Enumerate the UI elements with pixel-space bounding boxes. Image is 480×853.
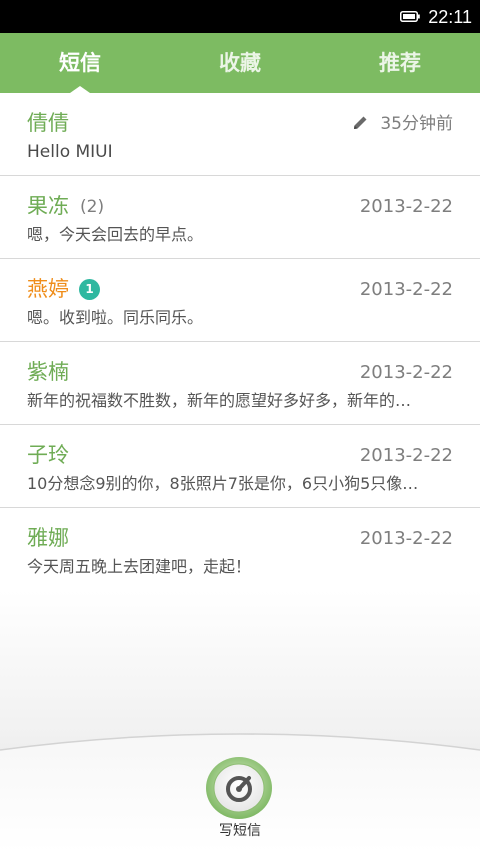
contact-name: 雅娜	[27, 526, 69, 550]
tab-favorites[interactable]: 收藏	[160, 33, 320, 93]
conversation-date: 35分钟前	[380, 114, 453, 134]
battery-full-icon	[400, 11, 420, 22]
conversation-date: 2013-2-22	[359, 279, 453, 300]
conversation-item[interactable]: 燕婷 1 2013-2-22 嗯。收到啦。同乐同乐。	[0, 259, 480, 342]
conversation-item[interactable]: 倩倩 35分钟前 Hello MIUI	[0, 93, 480, 176]
contact-name: 燕婷	[27, 277, 69, 301]
contact-name: 子玲	[27, 443, 69, 467]
status-bar: 22:11	[0, 0, 480, 33]
compose-button[interactable]	[205, 756, 275, 820]
compose-icon	[206, 757, 272, 819]
status-time: 22:11	[428, 7, 472, 27]
message-preview: 今天周五晚上去团建吧，走起！	[27, 557, 252, 576]
conversation-item[interactable]: 雅娜 2013-2-22 今天周五晚上去团建吧，走起！	[0, 508, 480, 591]
unread-badge: 1	[79, 279, 100, 300]
compose-label: 写短信	[219, 823, 261, 839]
contact-name: 果冻	[27, 194, 69, 218]
tab-bar: 短信 收藏 推荐	[0, 33, 480, 93]
contact-name: 紫楠	[27, 360, 69, 384]
conversation-timestamp: 35分钟前	[353, 111, 453, 137]
message-preview: 新年的祝福数不胜数，新年的愿望好多好多，新年的…	[27, 391, 412, 410]
conversation-list: 倩倩 35分钟前 Hello MIUI 果冻 (2) 2013-2-22 嗯，今…	[0, 93, 480, 591]
message-preview: Hello MIUI	[27, 142, 113, 162]
message-preview: 嗯，今天会回去的早点。	[27, 225, 204, 244]
pencil-icon	[354, 116, 367, 129]
conversation-item[interactable]: 果冻 (2) 2013-2-22 嗯，今天会回去的早点。	[0, 176, 480, 259]
conversation-date: 2013-2-22	[359, 196, 453, 217]
conversation-date: 2013-2-22	[359, 445, 453, 466]
tab-recommended[interactable]: 推荐	[320, 33, 480, 93]
contact-name: 倩倩	[27, 111, 69, 135]
active-tab-indicator	[70, 86, 90, 93]
conversation-item[interactable]: 紫楠 2013-2-22 新年的祝福数不胜数，新年的愿望好多好多，新年的…	[0, 342, 480, 425]
conversation-date: 2013-2-22	[359, 362, 453, 383]
conversation-item[interactable]: 子玲 2013-2-22 10分想念9别的你，8张照片7张是你，6只小狗5只像…	[0, 425, 480, 508]
conversation-date: 2013-2-22	[359, 528, 453, 549]
message-preview: 10分想念9别的你，8张照片7张是你，6只小狗5只像…	[27, 474, 419, 493]
tab-sms[interactable]: 短信	[0, 33, 160, 93]
message-count: (2)	[80, 197, 105, 217]
message-preview: 嗯。收到啦。同乐同乐。	[27, 308, 204, 327]
